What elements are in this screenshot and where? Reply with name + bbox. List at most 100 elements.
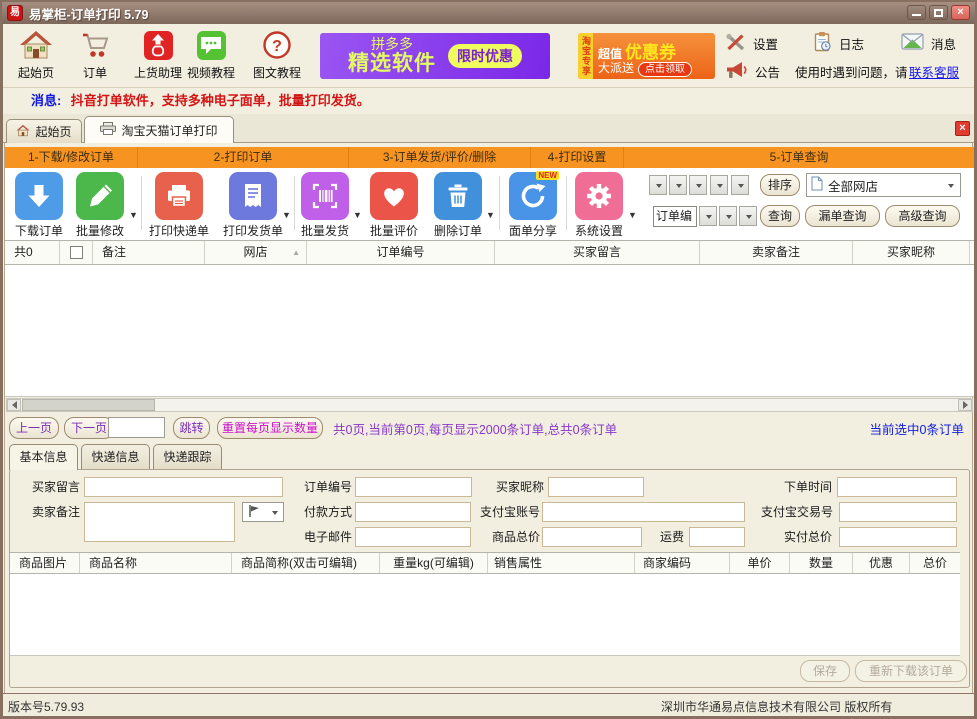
order-time-field[interactable]: [837, 477, 957, 497]
col-order-no[interactable]: 订单编号: [307, 241, 495, 264]
reset-page-size-button[interactable]: 重置每页显示数量: [217, 417, 323, 439]
delete-orders-button[interactable]: 删除订单: [430, 170, 486, 239]
filter-select-5[interactable]: [731, 175, 749, 195]
col-seller-memo[interactable]: 卖家备注: [700, 241, 853, 264]
order-no-field[interactable]: [355, 477, 472, 497]
nav-orders[interactable]: 订单: [66, 26, 124, 86]
filter-select-8[interactable]: [739, 206, 757, 226]
nav-guide[interactable]: ? 图文教程: [248, 26, 306, 86]
close-button[interactable]: ×: [951, 5, 970, 20]
contact-support[interactable]: 联系客服: [909, 60, 959, 82]
toolbar-separator: [566, 176, 567, 230]
batch-ship-button[interactable]: 批量发货: [297, 170, 353, 239]
order-field-select[interactable]: 订单编: [653, 206, 697, 227]
notice-entry[interactable]: 公告: [725, 60, 780, 82]
advanced-query-button[interactable]: 高级查询: [885, 205, 960, 227]
minimize-button[interactable]: [907, 5, 926, 20]
tab-express-info[interactable]: 快递信息: [81, 444, 150, 470]
col-shop-label: 网店: [243, 245, 267, 259]
download-orders-button[interactable]: 下载订单: [11, 170, 67, 239]
taobao-coupon-banner[interactable]: 淘宝专享 超值 优惠券 大派送 点击领取: [578, 33, 715, 79]
filter-select-1[interactable]: [649, 175, 667, 195]
scroll-right-button[interactable]: [958, 399, 972, 411]
next-page-button[interactable]: 下一页: [64, 417, 114, 439]
scroll-left-button[interactable]: [7, 399, 21, 411]
filter-select-4[interactable]: [710, 175, 728, 195]
goods-total-field[interactable]: [542, 527, 642, 547]
col-buyer-message[interactable]: 买家留言: [495, 241, 700, 264]
app-window: 易 易掌柜-订单打印 5.79 × 起始页 订单: [0, 0, 977, 719]
pdd-banner-line1: 拼多多: [348, 37, 436, 52]
jump-button[interactable]: 跳转: [173, 417, 210, 439]
megaphone-icon: [725, 61, 748, 82]
filter-select-2[interactable]: [669, 175, 687, 195]
nav-home[interactable]: 起始页: [7, 26, 65, 86]
buyer-message-label: 买家留言: [26, 477, 80, 497]
seller-memo-field[interactable]: [84, 502, 235, 542]
orders-table-body[interactable]: [5, 265, 974, 397]
col-buyer-nick[interactable]: 买家昵称: [853, 241, 970, 264]
shipping-fee-field[interactable]: [689, 527, 745, 547]
col-memo[interactable]: 备注: [93, 241, 205, 264]
tab-express-tracking[interactable]: 快递跟踪: [153, 444, 222, 470]
nav-listing-assistant[interactable]: 上货助理: [129, 26, 187, 86]
nav-video-tutorial[interactable]: 视频教程: [182, 26, 240, 86]
pay-method-field[interactable]: [355, 502, 471, 522]
pcol-quantity: 数量: [790, 553, 853, 573]
pcol-image: 商品图片: [10, 553, 80, 573]
print-invoice-button[interactable]: 打印发货单: [221, 170, 285, 239]
product-table-body[interactable]: [10, 574, 960, 656]
maximize-button[interactable]: [929, 5, 948, 20]
system-settings-dropdown-arrow[interactable]: ▼: [628, 210, 637, 220]
download-icon: [15, 172, 63, 220]
pdd-banner-text: 拼多多 精选软件: [348, 37, 436, 76]
pdd-promo-banner[interactable]: 拼多多 精选软件 限时优惠: [320, 33, 550, 79]
tab-home[interactable]: 起始页: [6, 119, 82, 143]
paid-total-field[interactable]: [839, 527, 957, 547]
page-number-input[interactable]: [108, 417, 165, 438]
contact-support-link[interactable]: 联系客服: [909, 62, 959, 81]
sort-button[interactable]: 排序: [760, 174, 800, 196]
batch-rate-button[interactable]: 批量评价: [366, 170, 422, 239]
save-button[interactable]: 保存: [800, 660, 850, 682]
buyer-nick-field[interactable]: [548, 477, 644, 497]
orders-hscrollbar[interactable]: [6, 398, 973, 412]
scrollbar-thumb[interactable]: [22, 399, 155, 411]
tab-close-button[interactable]: ×: [955, 121, 970, 136]
shipping-fee-label: 运费: [648, 527, 684, 547]
col-select-all[interactable]: [60, 241, 93, 264]
filter-select-6[interactable]: [699, 206, 717, 226]
help-hint: 使用时遇到问题，请: [795, 60, 908, 82]
filter-select-7[interactable]: [719, 206, 737, 226]
system-settings-button[interactable]: 系统设置: [571, 170, 627, 239]
email-field[interactable]: [355, 527, 471, 547]
batch-ship-dropdown-arrow[interactable]: ▼: [353, 210, 362, 220]
settings-entry[interactable]: 设置: [725, 32, 778, 54]
flag-select[interactable]: [242, 502, 284, 522]
query-button[interactable]: 查询: [760, 205, 800, 227]
print-waybill-button[interactable]: 打印快递单: [147, 170, 211, 239]
tab-home-label: 起始页: [35, 123, 71, 140]
redownload-order-button[interactable]: 重新下载该订单: [855, 660, 967, 682]
messages-entry[interactable]: 消息: [901, 32, 956, 54]
prev-page-button[interactable]: 上一页: [9, 417, 59, 439]
waybill-share-button[interactable]: NEW 面单分享: [505, 170, 561, 239]
filter-select-3[interactable]: [689, 175, 707, 195]
tab-order-print[interactable]: 淘宝天猫订单打印: [84, 116, 234, 143]
shop-select[interactable]: 全部网店: [806, 173, 961, 197]
select-all-checkbox[interactable]: [70, 246, 83, 259]
log-entry[interactable]: 日志: [813, 32, 864, 54]
order-no-label: 订单编号: [298, 477, 352, 497]
alipay-trade-no-field[interactable]: [839, 502, 957, 522]
alipay-account-field[interactable]: [542, 502, 745, 522]
sort-asc-icon: ▲: [292, 241, 300, 264]
delete-orders-dropdown-arrow[interactable]: ▼: [486, 210, 495, 220]
batch-edit-button[interactable]: 批量修改: [72, 170, 128, 239]
taobao-banner-badge[interactable]: 点击领取: [638, 62, 692, 77]
missed-order-query-button[interactable]: 漏单查询: [805, 205, 880, 227]
tab-basic-info[interactable]: 基本信息: [9, 444, 78, 470]
buyer-message-field[interactable]: [84, 477, 283, 497]
print-invoice-dropdown-arrow[interactable]: ▼: [282, 210, 291, 220]
batch-edit-dropdown-arrow[interactable]: ▼: [129, 210, 138, 220]
col-shop[interactable]: 网店 ▲: [205, 241, 307, 264]
